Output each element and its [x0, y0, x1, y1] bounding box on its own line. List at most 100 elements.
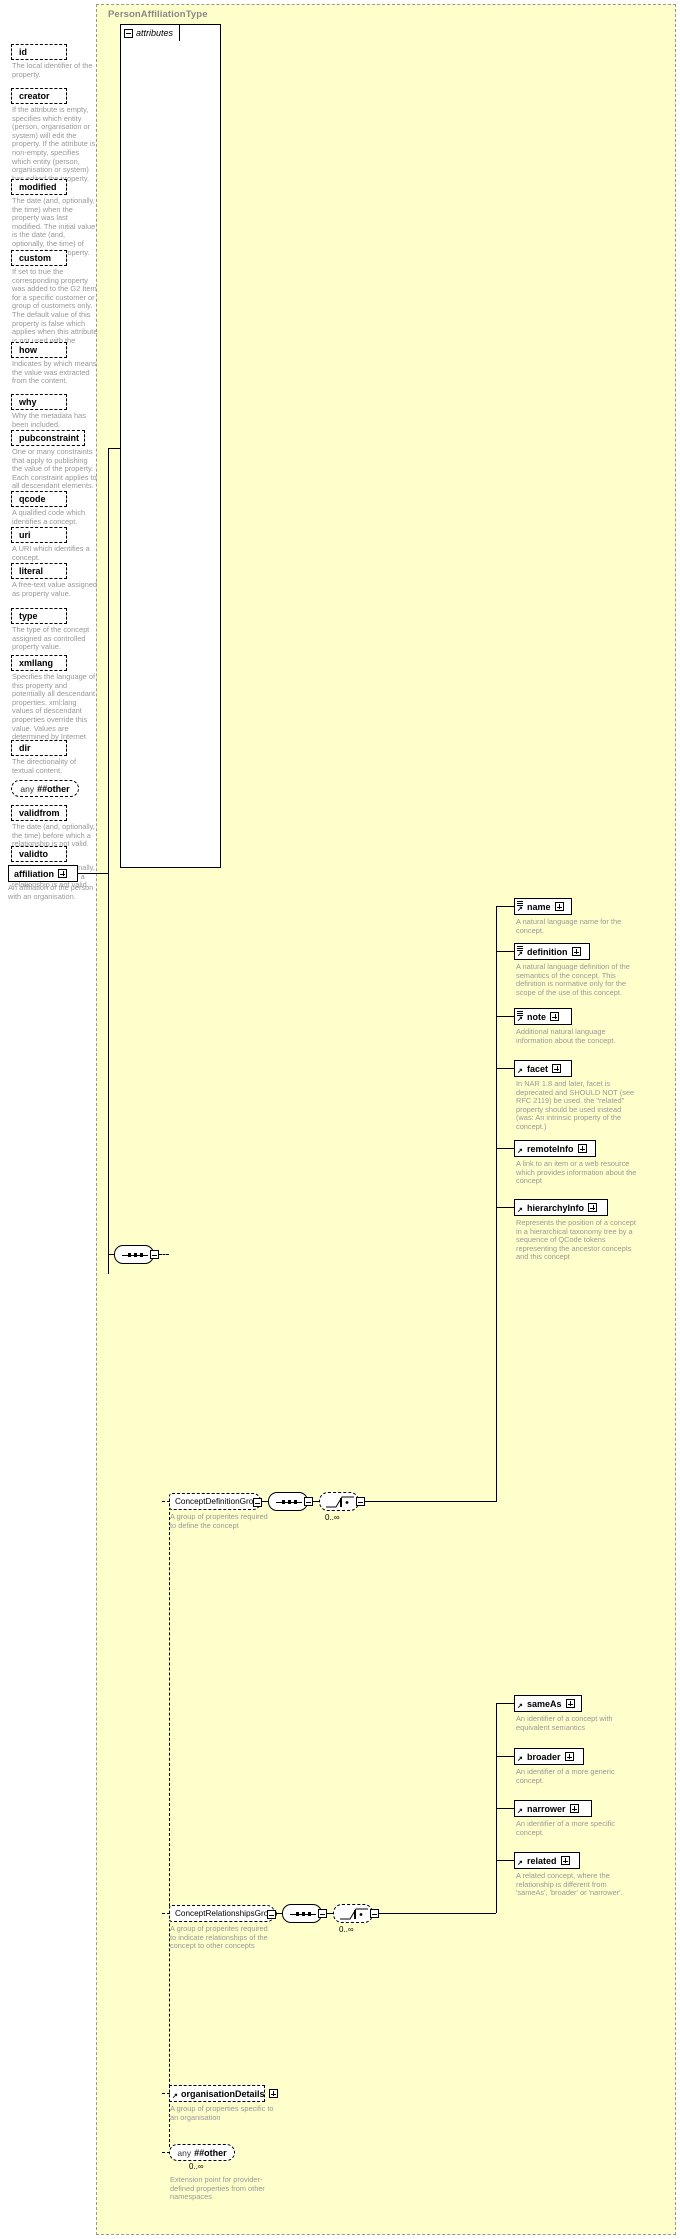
sequence-compositor-g2[interactable]	[282, 1904, 326, 1927]
occurs-g2: 0..∞	[339, 1925, 354, 1934]
attribute-uri[interactable]: uri	[11, 527, 69, 545]
connector	[78, 873, 108, 874]
element-note[interactable]: ↗ note	[514, 1008, 574, 1027]
attribute-id[interactable]: id	[11, 44, 69, 62]
attribute-why[interactable]: why	[11, 394, 69, 412]
page-title: PersonAffiliationType	[108, 9, 208, 20]
connector	[496, 951, 514, 952]
attribute-row: xmllang Specifies the language of this p…	[0, 655, 101, 750]
attribute-xmllang[interactable]: xmllang	[11, 655, 69, 673]
choice-collapse-icon-g2[interactable]	[370, 1909, 379, 1918]
sequence-collapse-icon-main[interactable]	[150, 1250, 159, 1259]
attribute-validfrom[interactable]: validfrom	[11, 805, 69, 823]
element-affiliation-desc: An affiliation of the person with an org…	[8, 883, 94, 901]
attribute-type[interactable]: type	[11, 608, 69, 626]
attribute-dir[interactable]: dir	[11, 740, 69, 758]
expand-plus-icon[interactable]	[58, 869, 67, 878]
attribute-row: literal A free-text value assigned as pr…	[0, 563, 101, 598]
attribute-creator[interactable]: creator	[11, 88, 69, 106]
expand-plus-icon[interactable]	[560, 1856, 570, 1865]
connector	[262, 1501, 268, 1502]
sequence-collapse-icon-g1[interactable]	[304, 1497, 313, 1506]
attribute-pubconstraint[interactable]: pubconstraint	[11, 430, 87, 448]
group-concept-definition-collapse-icon[interactable]	[253, 1498, 262, 1507]
attribute-row: id The local identifier of the property.	[0, 44, 101, 79]
expand-plus-icon[interactable]	[554, 902, 564, 911]
attribute-validto[interactable]: validto	[11, 846, 69, 864]
element-sameas-desc: An identifier of a concept with equivale…	[516, 1714, 613, 1732]
element-related-desc: A related concept, where the relationshi…	[516, 1871, 623, 1898]
element-definition[interactable]: ↗ definition	[514, 943, 592, 962]
attribute-row: any ##other	[0, 780, 101, 799]
group-concept-relationships[interactable]: ConceptRelationshipsGroup	[169, 1905, 277, 1924]
attribute-row: dir The directionality of textual conten…	[0, 740, 101, 775]
attribute-qcode[interactable]: qcode	[11, 491, 69, 509]
attribute-how-desc: Indicates by which means the value was e…	[12, 359, 97, 386]
element-affiliation[interactable]: affiliation	[8, 865, 80, 884]
expand-plus-icon[interactable]	[564, 1752, 574, 1761]
element-hierarchyinfo[interactable]: ↗ hierarchyInfo	[514, 1199, 610, 1218]
group-concept-definition[interactable]: ConceptDefinitionGroup	[169, 1493, 263, 1512]
attribute-how[interactable]: how	[11, 342, 69, 360]
attribute-custom[interactable]: custom	[11, 250, 69, 268]
element-broader[interactable]: ↗ broader	[514, 1748, 586, 1767]
connector	[365, 1501, 374, 1502]
expand-plus-icon[interactable]	[268, 2089, 278, 2098]
element-organisationdetails[interactable]: ↗ organisationDetails	[169, 2085, 278, 2104]
group-concept-definition-desc: A group of properites required to define…	[170, 1512, 268, 1530]
collapse-minus-icon[interactable]	[124, 28, 133, 38]
sequence-compositor-g1[interactable]	[268, 1492, 312, 1515]
element-remoteinfo-desc: A link to an item or a web resource whic…	[516, 1159, 637, 1186]
element-any-other[interactable]: any ##other	[169, 2144, 237, 2163]
connector	[496, 1207, 514, 1208]
attribute-indicator-icon: ↗	[517, 1207, 523, 1214]
attribute-row: creator If the attribute is empty, speci…	[0, 88, 101, 183]
connector	[108, 448, 120, 449]
attribute-modified[interactable]: modified	[11, 179, 69, 197]
attributes-tab[interactable]: attributes	[120, 24, 181, 41]
connector	[276, 1913, 282, 1914]
connector	[496, 1756, 514, 1757]
connector	[159, 1254, 169, 1255]
element-any-other-desc: Extension point for provider-defined pro…	[170, 2175, 265, 2202]
element-facet[interactable]: ↗ facet	[514, 1060, 574, 1079]
connector	[496, 1808, 514, 1809]
expand-plus-icon[interactable]	[550, 1012, 559, 1021]
attribute-row: pubconstraint One or many constraints th…	[0, 430, 101, 491]
element-name-desc: A natural language name for the concept.	[516, 917, 622, 935]
element-remoteinfo[interactable]: ↗ remoteInfo	[514, 1140, 598, 1159]
group-concept-relationships-collapse-icon[interactable]	[267, 1910, 276, 1919]
element-sameas[interactable]: ↗ sameAs	[514, 1695, 584, 1714]
attributes-label: attributes	[136, 28, 174, 38]
choice-compositor-g1[interactable]	[319, 1492, 363, 1515]
choice-collapse-icon-g1[interactable]	[356, 1497, 365, 1506]
attribute-indicator-icon: ↗	[517, 1068, 523, 1075]
attribute-xmllang-desc: Specifies the language of this property …	[12, 672, 96, 749]
sequence-compositor-main[interactable]	[114, 1245, 158, 1268]
expand-plus-icon[interactable]	[588, 1203, 598, 1212]
connector	[169, 1502, 170, 2147]
attribute-literal[interactable]: literal	[11, 563, 69, 581]
attribute-row: type The type of the concept assigned as…	[0, 608, 101, 652]
attribute-indicator-icon: ↗	[517, 1148, 523, 1155]
element-name[interactable]: ↗ name	[514, 898, 574, 917]
expand-plus-icon[interactable]	[571, 947, 581, 956]
element-related[interactable]: ↗ related	[514, 1852, 582, 1871]
attribute-row: why Why the metadata has been included.	[0, 394, 101, 429]
expand-plus-icon[interactable]	[552, 1064, 562, 1073]
expand-plus-icon[interactable]	[565, 1699, 575, 1708]
connector	[374, 1501, 496, 1502]
connector	[496, 906, 514, 907]
attribute-row: custom If set to true the corresponding …	[0, 250, 101, 354]
sequence-collapse-icon-g2[interactable]	[318, 1909, 327, 1918]
choice-compositor-g2[interactable]	[333, 1904, 377, 1927]
element-definition-desc: A natural language definition of the sem…	[516, 962, 630, 997]
expand-plus-icon[interactable]	[577, 1144, 587, 1153]
occurs-g1: 0..∞	[325, 1513, 340, 1522]
element-note-desc: Additional natural language information …	[516, 1027, 616, 1045]
element-narrower[interactable]: ↗ narrower	[514, 1800, 594, 1819]
attribute-any-other[interactable]: any ##other	[11, 780, 81, 799]
expand-plus-icon[interactable]	[569, 1804, 579, 1813]
occurs-wildcard: 0..∞	[189, 2162, 204, 2171]
attribute-pubconstraint-desc: One or many constraints that apply to pu…	[12, 447, 97, 491]
